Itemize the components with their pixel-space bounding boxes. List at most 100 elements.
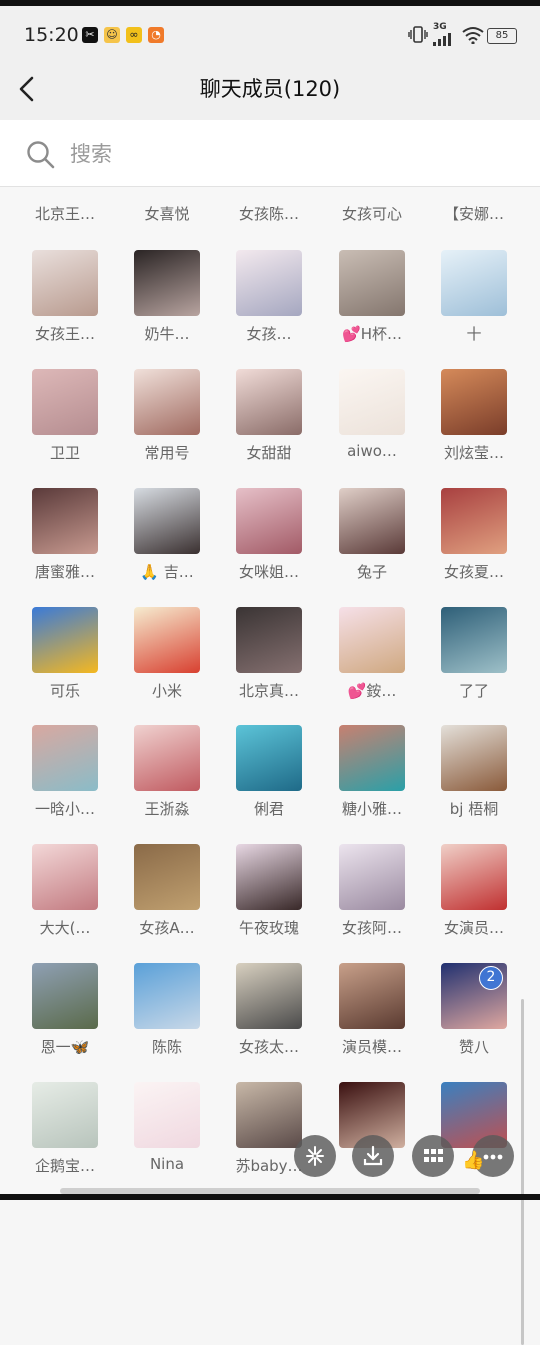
avatar[interactable] bbox=[134, 725, 200, 791]
member-name[interactable]: 女孩王… bbox=[13, 323, 117, 344]
member-name[interactable]: 糖小雅… bbox=[320, 798, 424, 819]
capcut-icon: ✂ bbox=[82, 27, 98, 43]
avatar[interactable] bbox=[339, 725, 405, 791]
member-name[interactable]: 女咪姐… bbox=[217, 561, 321, 582]
avatar[interactable] bbox=[32, 607, 98, 673]
member-name[interactable]: 女孩可心 bbox=[320, 203, 424, 224]
grid-fab[interactable] bbox=[412, 1135, 454, 1177]
avatar[interactable] bbox=[134, 1082, 200, 1148]
member-name[interactable]: 一晗小… bbox=[13, 798, 117, 819]
member-name[interactable]: 俐君 bbox=[217, 798, 321, 819]
member-list: 北京王… 女喜悦 女孩陈… 女孩可心 【安娜… 女孩王… 奶牛… 女孩… 💕H杯… 十卫卫 常用号… bbox=[0, 187, 540, 1345]
avatar[interactable] bbox=[134, 250, 200, 316]
member-name[interactable]: 常用号 bbox=[115, 442, 219, 463]
page-title: 聊天成员(120) bbox=[199, 77, 341, 101]
member-name[interactable]: 💕H杯… bbox=[320, 323, 424, 344]
shortcut-fab[interactable] bbox=[294, 1135, 336, 1177]
grid-icon bbox=[424, 1149, 443, 1162]
vibrate-icon bbox=[408, 26, 428, 43]
header-bar: 聊天成员(120) bbox=[0, 60, 540, 120]
orange-app-icon: ◔ bbox=[148, 27, 164, 43]
avatar[interactable] bbox=[134, 963, 200, 1029]
avatar[interactable] bbox=[236, 250, 302, 316]
scrollbar[interactable] bbox=[521, 999, 524, 1345]
member-name[interactable]: 女孩A… bbox=[115, 917, 219, 938]
member-name[interactable]: 可乐 bbox=[13, 680, 117, 701]
avatar[interactable] bbox=[339, 607, 405, 673]
member-name[interactable]: 奶牛… bbox=[115, 323, 219, 344]
avatar[interactable] bbox=[134, 844, 200, 910]
member-name[interactable]: 兔子 bbox=[320, 561, 424, 582]
member-name[interactable]: aiwo… bbox=[320, 442, 424, 460]
avatar[interactable] bbox=[32, 488, 98, 554]
member-name[interactable]: 女甜甜 bbox=[217, 442, 321, 463]
member-name[interactable]: 演员模… bbox=[320, 1036, 424, 1057]
avatar[interactable] bbox=[236, 725, 302, 791]
member-name[interactable]: 北京真… bbox=[217, 680, 321, 701]
avatar[interactable] bbox=[441, 607, 507, 673]
avatar[interactable] bbox=[441, 725, 507, 791]
avatar[interactable] bbox=[134, 369, 200, 435]
avatar[interactable] bbox=[236, 369, 302, 435]
member-name[interactable]: 【安娜… bbox=[422, 203, 526, 224]
member-name[interactable]: 王浙淼 bbox=[115, 798, 219, 819]
member-name[interactable]: 女演员… bbox=[422, 917, 526, 938]
avatar[interactable] bbox=[32, 844, 98, 910]
member-name[interactable]: 女喜悦 bbox=[115, 203, 219, 224]
member-name[interactable]: 赞八 bbox=[422, 1036, 526, 1057]
avatar[interactable] bbox=[441, 844, 507, 910]
member-name[interactable]: 唐蜜雅… bbox=[13, 561, 117, 582]
member-name[interactable]: 北京王… bbox=[13, 203, 117, 224]
avatar[interactable] bbox=[32, 369, 98, 435]
search-input[interactable] bbox=[68, 134, 512, 174]
avatar[interactable] bbox=[236, 488, 302, 554]
more-icon bbox=[483, 1154, 503, 1160]
avatar[interactable] bbox=[441, 369, 507, 435]
member-name[interactable]: 十 bbox=[422, 323, 526, 344]
member-name[interactable]: 午夜玫瑰 bbox=[217, 917, 321, 938]
sparkle-icon bbox=[306, 1146, 324, 1166]
avatar[interactable] bbox=[32, 1082, 98, 1148]
avatar[interactable] bbox=[134, 488, 200, 554]
avatar[interactable] bbox=[441, 488, 507, 554]
member-name[interactable]: 大大(… bbox=[13, 917, 117, 938]
avatar[interactable] bbox=[32, 250, 98, 316]
member-name[interactable]: 女孩夏… bbox=[422, 561, 526, 582]
member-name[interactable]: 陈陈 bbox=[115, 1036, 219, 1057]
avatar[interactable] bbox=[339, 488, 405, 554]
avatar[interactable] bbox=[339, 369, 405, 435]
avatar[interactable] bbox=[32, 963, 98, 1029]
avatar[interactable] bbox=[236, 607, 302, 673]
download-icon bbox=[363, 1145, 383, 1166]
avatar[interactable] bbox=[236, 963, 302, 1029]
member-name[interactable]: 企鹅宝… bbox=[13, 1155, 117, 1176]
signal-icon bbox=[433, 33, 451, 46]
avatar[interactable] bbox=[32, 725, 98, 791]
member-name[interactable]: 女孩… bbox=[217, 323, 321, 344]
avatar[interactable] bbox=[339, 844, 405, 910]
download-fab[interactable] bbox=[352, 1135, 394, 1177]
avatar[interactable] bbox=[339, 250, 405, 316]
search-bar bbox=[0, 120, 540, 187]
member-name[interactable]: Nina bbox=[115, 1155, 219, 1173]
member-name[interactable]: 恩一🦋 bbox=[13, 1036, 117, 1057]
member-name[interactable]: bj 梧桐 bbox=[422, 798, 526, 819]
status-bar: 15:20 ✂ ☺ ∞ ◔ 3G 85 bbox=[0, 6, 540, 60]
member-name[interactable]: 女孩阿… bbox=[320, 917, 424, 938]
member-name[interactable]: 刘炫莹… bbox=[422, 442, 526, 463]
avatar[interactable] bbox=[236, 1082, 302, 1148]
avatar[interactable]: 2 bbox=[441, 963, 507, 1029]
member-name[interactable]: 💕銨… bbox=[320, 680, 424, 701]
avatar[interactable] bbox=[441, 250, 507, 316]
avatar[interactable] bbox=[134, 607, 200, 673]
count-badge: 2 bbox=[479, 966, 503, 990]
avatar[interactable] bbox=[339, 963, 405, 1029]
member-name[interactable]: 卫卫 bbox=[13, 442, 117, 463]
member-name[interactable]: 🙏 吉… bbox=[115, 561, 219, 582]
member-name[interactable]: 小米 bbox=[115, 680, 219, 701]
cat-app-icon: ☺ bbox=[104, 27, 120, 43]
avatar[interactable] bbox=[236, 844, 302, 910]
member-name[interactable]: 女孩太… bbox=[217, 1036, 321, 1057]
member-name[interactable]: 女孩陈… bbox=[217, 203, 321, 224]
member-name[interactable]: 了了 bbox=[422, 680, 526, 701]
